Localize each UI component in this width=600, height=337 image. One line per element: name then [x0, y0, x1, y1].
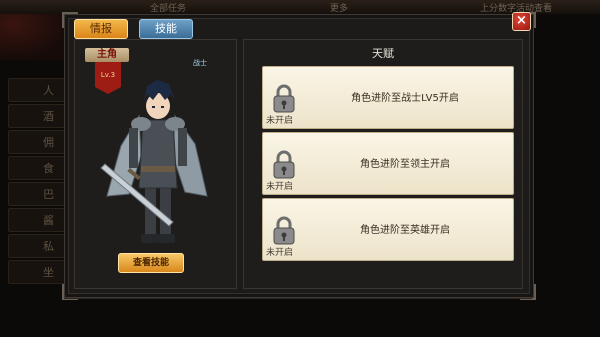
talent-status: 未开启	[266, 248, 294, 258]
background-side-list: 人 酒 佣 食 巴 酱 私 坐	[0, 60, 70, 300]
background-side-item: 佣	[8, 130, 68, 154]
lock-icon	[271, 216, 297, 246]
talent-slot[interactable]: 角色进阶至领主开启 未开启	[262, 132, 514, 195]
talent-panel: 天赋 角色进阶至战士LV5开启 未开启 角色进阶至领主开启 未开启 角色进阶至英…	[243, 39, 523, 289]
background-side-item: 坐	[8, 260, 68, 284]
background-side-item: 私	[8, 234, 68, 258]
talent-status: 未开启	[266, 116, 294, 126]
hero-class: 战士	[193, 59, 207, 67]
close-button[interactable]: ×	[512, 12, 531, 31]
tab-info[interactable]: 情报	[74, 19, 128, 39]
background-topbar-text: 全部任务	[150, 4, 187, 14]
background-side-item: 酒	[8, 104, 68, 128]
lock-icon	[271, 150, 297, 180]
divider	[64, 298, 532, 299]
talent-status: 未开启	[266, 182, 294, 192]
background-topbar: 全部任务 更多 上分数字活动查看	[0, 0, 600, 14]
talent-unlock-condition: 角色进阶至战士LV5开启	[351, 93, 459, 104]
hero-panel: 主角 Lv.3 战士 查看技能	[74, 39, 237, 289]
talent-title: 天赋	[372, 47, 394, 60]
background-side-item: 巴	[8, 182, 68, 206]
lock-icon	[271, 84, 297, 114]
tab-skills[interactable]: 技能	[139, 19, 193, 39]
background-topbar-text: 更多	[330, 4, 349, 14]
talent-slot[interactable]: 角色进阶至战士LV5开启 未开启	[262, 66, 514, 129]
background-side-item: 酱	[8, 208, 68, 232]
hero-name: 主角	[85, 48, 129, 62]
view-skills-button[interactable]: 查看技能	[118, 253, 184, 273]
background-side-item: 食	[8, 156, 68, 180]
talent-unlock-condition: 角色进阶至领主开启	[360, 159, 450, 170]
talent-unlock-condition: 角色进阶至英雄开启	[360, 225, 450, 236]
talent-slot[interactable]: 角色进阶至英雄开启 未开启	[262, 198, 514, 261]
close-icon: ×	[516, 13, 527, 28]
background-side-item: 人	[8, 78, 68, 102]
hero-portrait-icon	[100, 80, 208, 243]
